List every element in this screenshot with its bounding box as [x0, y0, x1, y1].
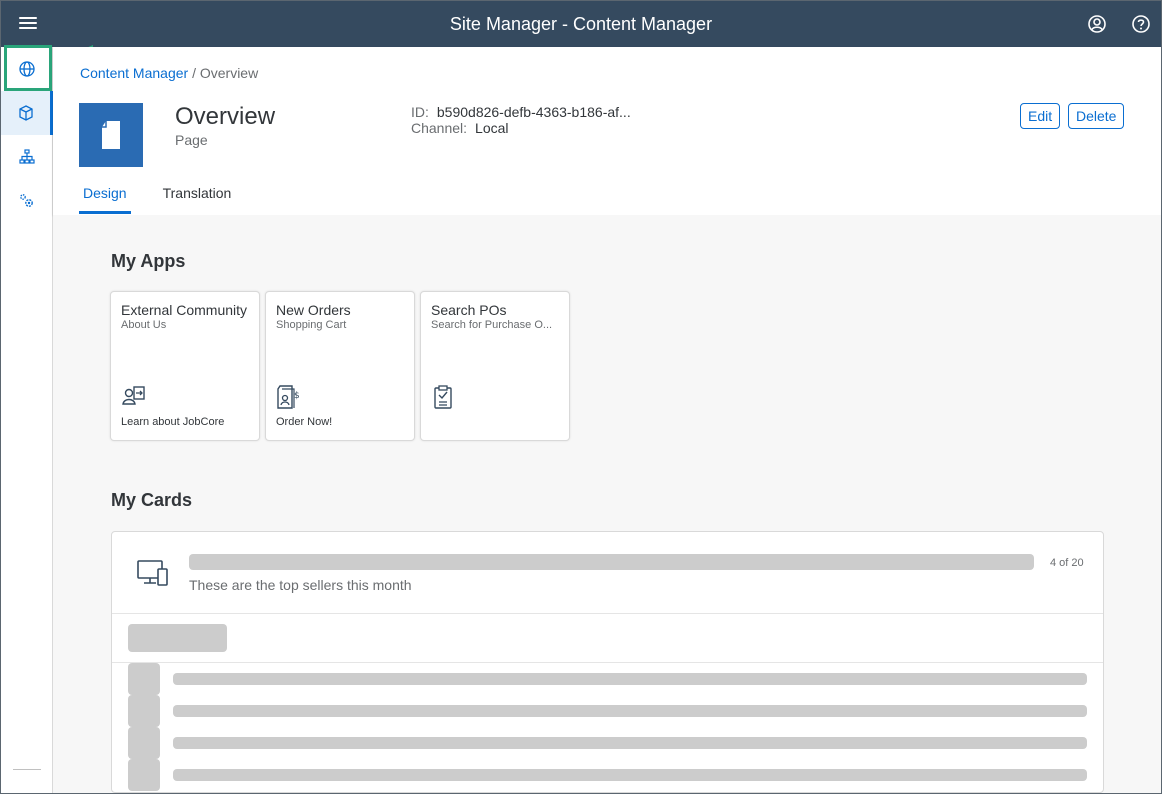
breadcrumb-separator: /: [188, 65, 200, 81]
sales-document-icon: $: [277, 385, 300, 409]
tile-title: Search POs: [431, 302, 507, 318]
placeholder-line: [173, 769, 1087, 781]
placeholder-row: [128, 695, 1088, 727]
placeholder-row: [128, 727, 1088, 759]
clipboard-check-icon: [434, 385, 452, 409]
app-tile[interactable]: New Orders Shopping Cart $ Order Now!: [265, 291, 415, 441]
tile-subtitle: About Us: [121, 319, 167, 331]
tab-design[interactable]: Design: [79, 179, 131, 215]
placeholder-block: [128, 624, 227, 652]
edit-button[interactable]: Edit: [1020, 103, 1061, 129]
svg-text:$: $: [294, 391, 300, 401]
breadcrumb-link[interactable]: Content Manager: [80, 65, 188, 81]
channel-label: Channel:: [411, 120, 468, 136]
my-cards-title: My Cards: [111, 490, 193, 510]
object-header: Content Manager / Overview Overview Page…: [53, 47, 1161, 215]
channel-value: Local: [475, 120, 509, 136]
tile-subtitle: Shopping Cart: [276, 319, 347, 331]
rail-item-hierarchy[interactable]: [1, 135, 53, 179]
object-attributes: ID: b590d826-defb-4363-b186-af... Channel…: [411, 104, 631, 136]
settings-icon: [20, 194, 33, 207]
shell-bar: Site Manager - Content Manager: [1, 1, 1161, 47]
rail-item-sites[interactable]: [1, 47, 53, 91]
my-apps-title: My Apps: [111, 251, 186, 271]
globe-icon: [19, 61, 35, 77]
placeholder-line: [173, 737, 1087, 749]
tile-subtitle: Search for Purchase O...: [431, 319, 553, 331]
devices-icon: [137, 560, 168, 586]
tab-translation[interactable]: Translation: [159, 179, 236, 215]
placeholder-line: [173, 673, 1087, 685]
tab-bar: Design Translation: [79, 179, 263, 215]
delete-button[interactable]: Delete: [1068, 103, 1125, 129]
user-icon[interactable]: [1087, 14, 1107, 34]
document-icon: [102, 121, 120, 149]
placeholder-row: [128, 759, 1088, 791]
tile-footer: Learn about JobCore: [121, 416, 225, 428]
rail-item-settings[interactable]: [1, 179, 53, 223]
placeholder-avatar: [128, 663, 160, 695]
tile-title: External Community: [121, 302, 248, 318]
breadcrumb: Content Manager / Overview: [80, 65, 258, 81]
placeholder-avatar: [128, 727, 160, 759]
placeholder-avatar: [128, 759, 160, 791]
card-divider: [112, 613, 1103, 614]
app-window: Site Manager - Content Manager Content M…: [0, 0, 1162, 794]
placeholder-title: [189, 554, 1034, 570]
placeholder-avatar: [128, 695, 160, 727]
tile-footer: Order Now!: [276, 416, 333, 428]
rail-item-content[interactable]: [1, 91, 53, 135]
tile-title: New Orders: [276, 302, 351, 318]
id-label: ID:: [411, 104, 429, 120]
help-icon[interactable]: [1131, 14, 1151, 34]
placeholder-line: [173, 705, 1087, 717]
page-icon: [79, 103, 143, 167]
hierarchy-icon: [19, 149, 35, 164]
app-tile[interactable]: Search POs Search for Purchase O...: [420, 291, 570, 441]
app-title: Site Manager - Content Manager: [449, 14, 713, 34]
id-value: b590d826-defb-4363-b186-af...: [436, 104, 631, 120]
breadcrumb-current: Overview: [199, 65, 259, 81]
page-subtitle: Page: [175, 132, 208, 148]
person-arrow-icon: [122, 386, 145, 405]
page-content: My Apps External Community About Us Lear…: [53, 215, 1161, 793]
app-tile[interactable]: External Community About Us Learn about …: [110, 291, 260, 441]
side-navigation: [1, 47, 53, 793]
content-card[interactable]: These are the top sellers this month 4 o…: [111, 531, 1104, 793]
page-title: Overview: [175, 103, 276, 130]
card-count: 4 of 20: [1050, 557, 1084, 569]
placeholder-row: [128, 663, 1088, 695]
rail-divider: [13, 769, 41, 770]
card-subtitle: These are the top sellers this month: [189, 577, 412, 593]
cube-icon: [18, 105, 33, 121]
